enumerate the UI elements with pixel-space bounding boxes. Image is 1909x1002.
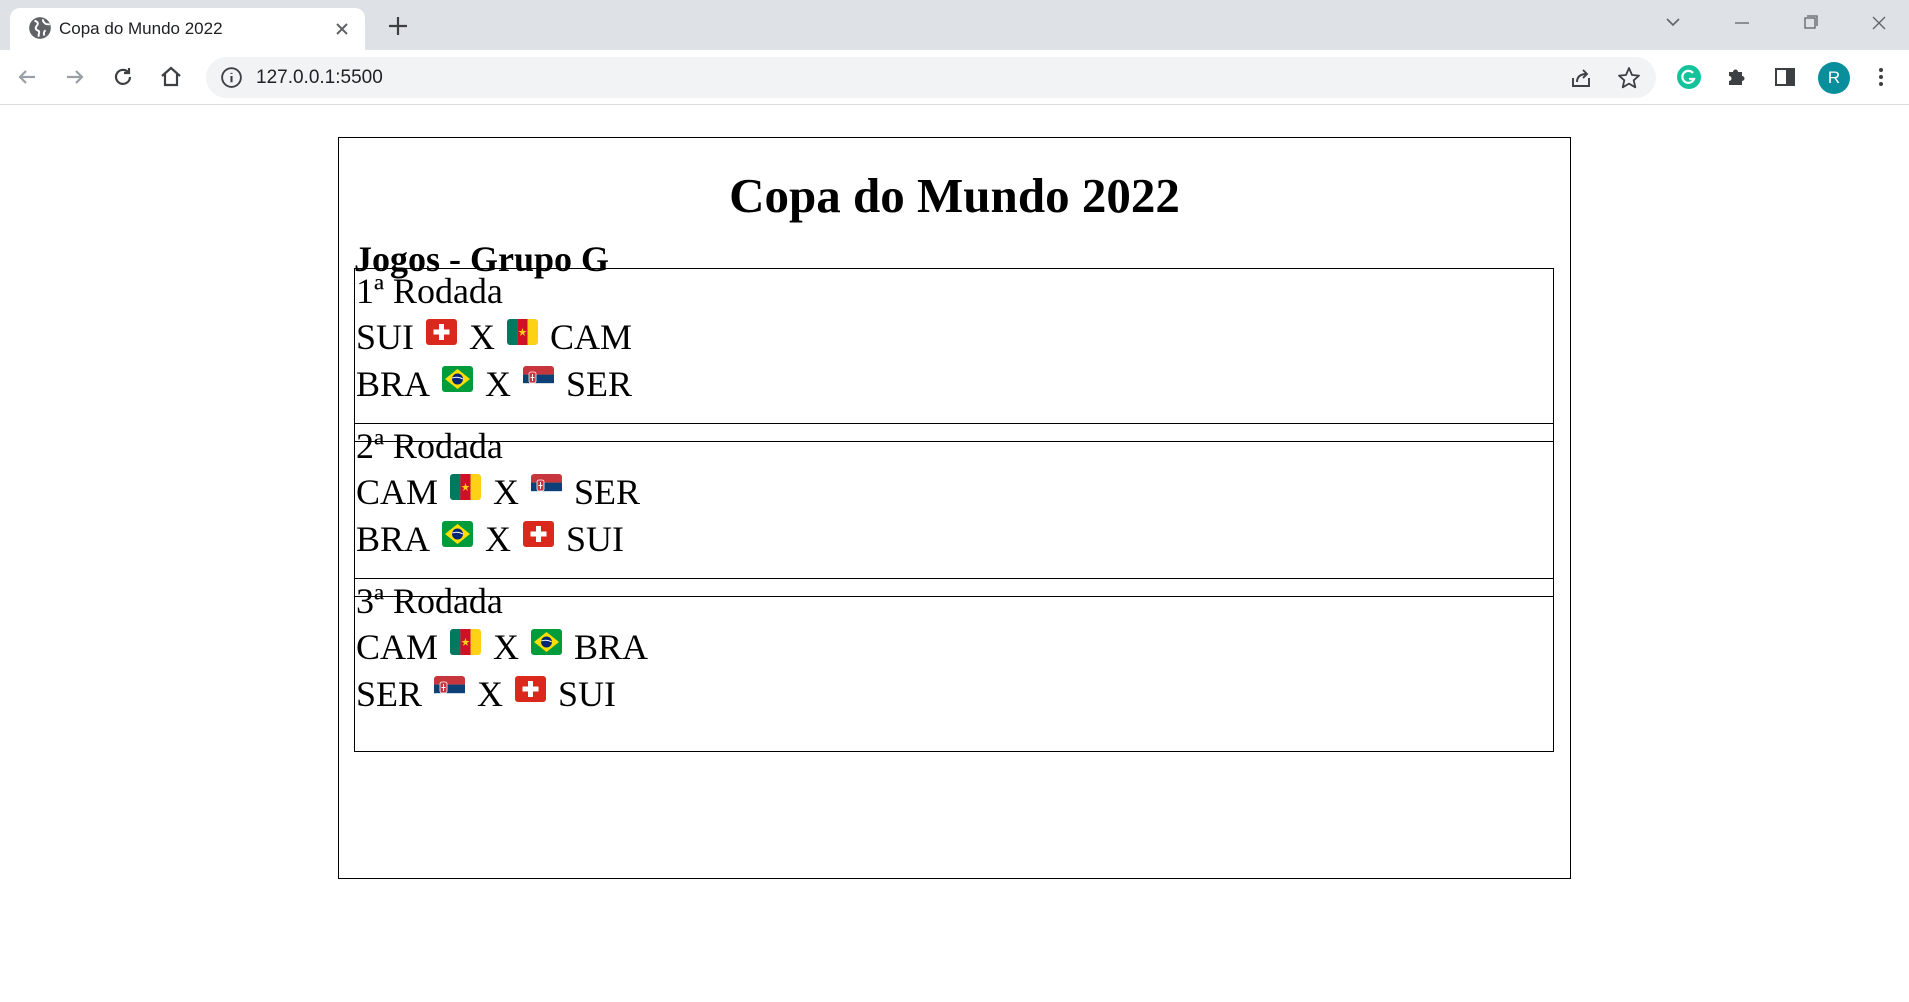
close-tab-icon[interactable] bbox=[330, 17, 354, 41]
serbia-flag-icon bbox=[523, 366, 555, 392]
away-team: SER bbox=[574, 472, 641, 512]
profile-avatar[interactable]: R bbox=[1818, 62, 1850, 94]
grammarly-icon[interactable] bbox=[1675, 63, 1703, 91]
away-team: SUI bbox=[566, 519, 625, 559]
round-title: 3ª Rodada bbox=[356, 581, 503, 621]
away-team: SUI bbox=[558, 674, 617, 714]
tab-title: Copa do Mundo 2022 bbox=[59, 19, 223, 38]
back-arrow-icon[interactable] bbox=[13, 63, 41, 91]
home-team: BRA bbox=[356, 364, 431, 404]
bookmark-star-icon[interactable] bbox=[1616, 65, 1642, 91]
round-box-2: 2ª Rodada CAM X SER BRA X SUI bbox=[354, 423, 1554, 597]
switzerland-flag-icon bbox=[515, 676, 547, 702]
round-title: 1ª Rodada bbox=[356, 271, 503, 311]
globe-icon bbox=[27, 15, 53, 41]
round-title: 2ª Rodada bbox=[356, 426, 503, 466]
brazil-flag-icon bbox=[531, 629, 563, 655]
cameroon-flag-icon bbox=[450, 629, 482, 655]
home-team: SUI bbox=[356, 317, 415, 357]
world-cup-container: Copa do Mundo 2022 Jogos - Grupo G 1ª Ro… bbox=[338, 137, 1571, 879]
match-row: BRA X SUI bbox=[356, 518, 624, 560]
address-bar[interactable]: 127.0.0.1:5500 bbox=[206, 57, 1656, 98]
home-team: SER bbox=[356, 674, 423, 714]
close-window-icon[interactable] bbox=[1862, 8, 1896, 38]
home-icon[interactable] bbox=[157, 63, 185, 91]
switzerland-flag-icon bbox=[426, 319, 458, 345]
brazil-flag-icon bbox=[442, 521, 474, 547]
versus-label: X bbox=[485, 364, 512, 404]
extensions-puzzle-icon[interactable] bbox=[1723, 63, 1751, 91]
serbia-flag-icon bbox=[531, 474, 563, 500]
match-row: SUI X CAM bbox=[356, 316, 632, 358]
browser-toolbar: 127.0.0.1:5500 R bbox=[0, 50, 1909, 105]
brazil-flag-icon bbox=[442, 366, 474, 392]
forward-arrow-icon[interactable] bbox=[61, 63, 89, 91]
match-row: SER X SUI bbox=[356, 673, 616, 715]
side-panel-icon[interactable] bbox=[1771, 63, 1799, 91]
home-team: CAM bbox=[356, 627, 439, 667]
cameroon-flag-icon bbox=[507, 319, 539, 345]
versus-label: X bbox=[477, 674, 504, 714]
match-row: CAM X BRA bbox=[356, 626, 648, 668]
menu-kebab-icon[interactable] bbox=[1867, 63, 1895, 91]
versus-label: X bbox=[493, 627, 520, 667]
share-icon[interactable] bbox=[1568, 65, 1594, 91]
url-text[interactable]: 127.0.0.1:5500 bbox=[256, 67, 383, 89]
away-team: SER bbox=[566, 364, 633, 404]
match-row: BRA X SER bbox=[356, 363, 632, 405]
away-team: CAM bbox=[550, 317, 633, 357]
reload-icon[interactable] bbox=[109, 63, 137, 91]
away-team: BRA bbox=[574, 627, 649, 667]
browser-tab[interactable]: Copa do Mundo 2022 bbox=[10, 8, 365, 50]
site-info-icon[interactable] bbox=[219, 65, 244, 90]
new-tab-icon[interactable] bbox=[383, 11, 413, 41]
serbia-flag-icon bbox=[434, 676, 466, 702]
minimize-icon[interactable] bbox=[1725, 8, 1759, 38]
restore-icon[interactable] bbox=[1793, 8, 1827, 38]
tab-search-chevron-down-icon[interactable] bbox=[1656, 8, 1690, 38]
page-title: Copa do Mundo 2022 bbox=[729, 168, 1180, 223]
round-box-1: 1ª Rodada SUI X CAM BRA X SER bbox=[354, 268, 1554, 442]
versus-label: X bbox=[469, 317, 496, 357]
versus-label: X bbox=[485, 519, 512, 559]
home-team: CAM bbox=[356, 472, 439, 512]
home-team: BRA bbox=[356, 519, 431, 559]
tab-strip: Copa do Mundo 2022 bbox=[0, 0, 1909, 50]
cameroon-flag-icon bbox=[450, 474, 482, 500]
versus-label: X bbox=[493, 472, 520, 512]
match-row: CAM X SER bbox=[356, 471, 640, 513]
round-box-3: 3ª Rodada CAM X BRA SER X SUI bbox=[354, 578, 1554, 752]
switzerland-flag-icon bbox=[523, 521, 555, 547]
